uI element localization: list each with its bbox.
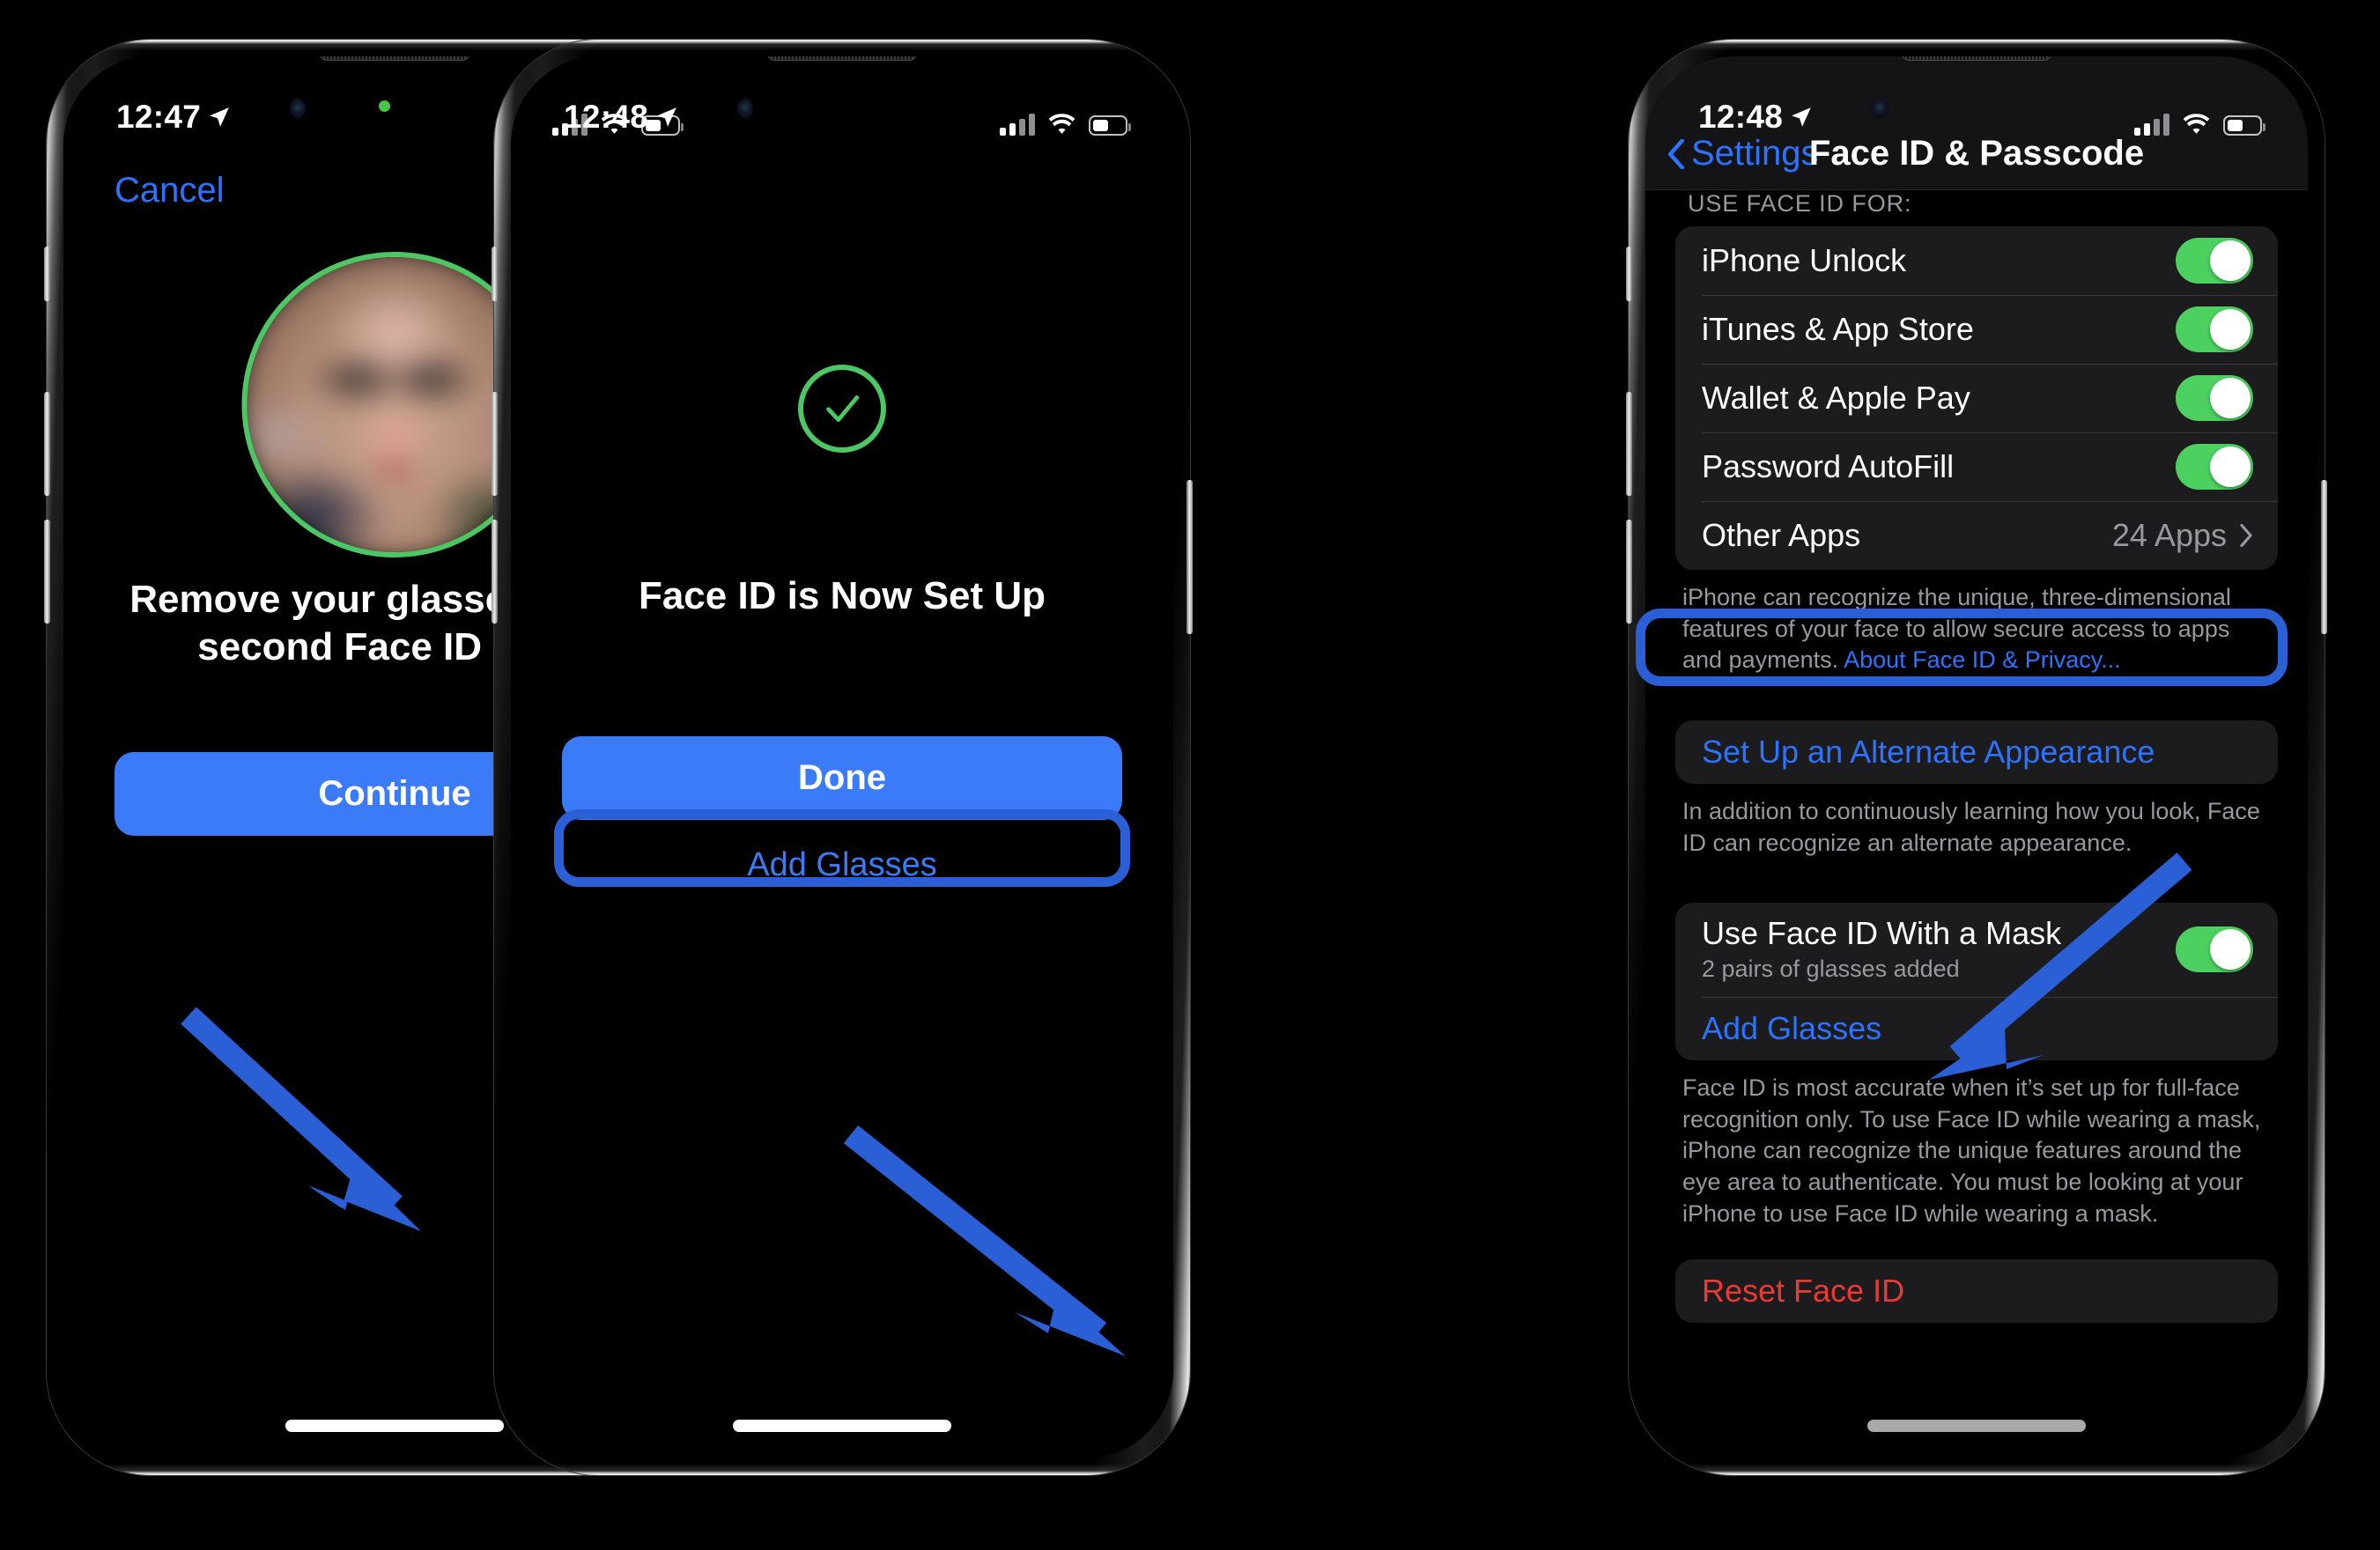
phone-1-camera-in-use-indicator [379,100,390,112]
phone-3-front-camera-icon [1872,99,1888,118]
battery-icon [1089,115,1131,136]
face-id-privacy-footnote: iPhone can recognize the unique, three-d… [1645,570,2308,676]
mask-row-text-block: Use Face ID With a Mask 2 pairs of glass… [1702,915,2061,983]
phone-3: USE FACE ID FOR: iPhone Unlock iTunes & … [1626,40,2327,1475]
phone-1-front-camera-icon [290,99,306,118]
wifi-icon [1048,114,1075,134]
phone-3-screen: USE FACE ID FOR: iPhone Unlock iTunes & … [1645,56,2308,1458]
page-title: Face ID & Passcode [1808,134,2145,173]
phone-1-status-time: 12:47 [116,99,202,135]
use-face-id-with-mask-card: Use Face ID With a Mask 2 pairs of glass… [1675,903,2278,1061]
phone-1-earpiece-speaker [320,56,469,61]
phone-2-status-bar: 12:48 [511,56,1173,141]
phone-2-status-indicators [1000,113,1131,136]
settings-row-label: Password AutoFill [1702,448,1955,484]
phone-3-home-indicator[interactable] [1867,1420,2086,1432]
navigation-bar: Settings Face ID & Passcode [1645,56,2308,190]
phone-2-home-indicator[interactable] [733,1420,951,1432]
group-header-use-face-id-for: USE FACE ID FOR: [1688,190,1912,217]
about-face-id-privacy-link[interactable]: About Face ID & Privacy... [1844,646,2121,673]
phone-1-ring-switch[interactable] [44,247,50,301]
checkmark-icon [826,395,860,422]
phone-2-screen: 12:48 Face ID is Now Set Up Done Add Gla… [511,56,1173,1458]
use-face-id-for-card: iPhone Unlock iTunes & App Store Wallet … [1675,226,2278,570]
iphone-unlock-toggle[interactable] [2176,238,2253,284]
settings-row-use-face-id-with-mask[interactable]: Use Face ID With a Mask 2 pairs of glass… [1675,903,2278,997]
settings-row-itunes-app-store[interactable]: iTunes & App Store [1675,295,2278,364]
success-check-badge [798,365,886,453]
location-arrow-icon [657,107,676,127]
phone-2-power-button[interactable] [1186,480,1193,634]
settings-row-wallet-apple-pay[interactable]: Wallet & Apple Pay [1675,364,2278,432]
done-button[interactable]: Done [562,736,1122,820]
chevron-right-icon [2240,524,2252,547]
phone-2: 12:48 Face ID is Now Set Up Done Add Gla… [492,40,1193,1475]
reset-face-id-row[interactable]: Reset Face ID [1675,1259,2278,1324]
set-up-alternate-appearance-label: Set Up an Alternate Appearance [1702,733,2155,770]
phone-1-volume-up-button[interactable] [44,392,50,496]
phone-2-status-time: 12:48 [564,99,649,135]
page-title: Face ID is Now Set Up [638,574,1046,617]
phone-2-volume-up-button[interactable] [492,392,498,496]
back-to-settings-button[interactable]: Settings [1667,134,1819,173]
settings-page: USE FACE ID FOR: iPhone Unlock iTunes & … [1645,56,2308,1458]
phone-3-ring-switch[interactable] [1626,247,1632,301]
glasses-added-subtitle: 2 pairs of glasses added [1702,956,1960,983]
add-glasses-button[interactable]: Add Glasses [562,831,1122,898]
settings-row-label: iTunes & App Store [1702,311,1974,347]
alternate-appearance-footnote: In addition to continuously learning how… [1682,797,2260,856]
settings-row-password-autofill[interactable]: Password AutoFill [1675,432,2278,501]
phone-2-status-time-group: 12:48 [564,99,678,136]
phone-2-volume-down-button[interactable] [492,520,498,624]
screenshot-canvas: 12:47 Cancel Remove your glasses for the… [0,0,2380,1550]
set-up-alternate-appearance-row[interactable]: Set Up an Alternate Appearance [1675,720,2278,784]
phone-1-volume-down-button[interactable] [44,520,50,624]
use-face-id-with-mask-toggle[interactable] [2176,926,2253,972]
chevron-left-icon [1667,138,1685,169]
settings-scroll-view[interactable]: USE FACE ID FOR: iPhone Unlock iTunes & … [1645,56,2308,1324]
mask-footnote: Face ID is most accurate when it’s set u… [1682,1074,2261,1227]
location-arrow-icon [210,107,229,127]
settings-row-label: Wallet & Apple Pay [1702,380,1970,416]
phone-3-volume-up-button[interactable] [1626,392,1632,496]
phone-3-power-button[interactable] [2321,480,2327,634]
itunes-app-store-toggle[interactable] [2176,306,2253,352]
settings-row-accessory: 24 Apps [2112,517,2253,554]
use-face-id-with-mask-label: Use Face ID With a Mask [1702,915,2062,952]
phone-3-volume-down-button[interactable] [1626,520,1632,624]
phone-3-earpiece-speaker [1902,56,2051,61]
phone-1-home-indicator[interactable] [285,1420,504,1432]
back-button-label: Settings [1691,134,1819,173]
wallet-apple-pay-toggle[interactable] [2176,375,2253,421]
settings-row-label: iPhone Unlock [1702,242,1907,278]
settings-row-label: Other Apps [1702,517,1861,553]
cellular-signal-icon [1000,113,1035,136]
other-apps-count: 24 Apps [2111,517,2227,553]
phone-2-ring-switch[interactable] [492,247,498,301]
settings-row-iphone-unlock[interactable]: iPhone Unlock [1675,226,2278,295]
phone-1-status-time-group: 12:47 [116,99,231,136]
settings-row-other-apps[interactable]: Other Apps 24 Apps [1675,501,2278,570]
add-glasses-row[interactable]: Add Glasses [1675,997,2278,1060]
reset-face-id-label: Reset Face ID [1702,1273,1905,1310]
phone-2-earpiece-speaker [767,56,917,61]
password-autofill-toggle[interactable] [2176,444,2253,490]
phone-2-front-camera-icon [737,99,753,118]
cancel-button[interactable]: Cancel [115,171,225,210]
